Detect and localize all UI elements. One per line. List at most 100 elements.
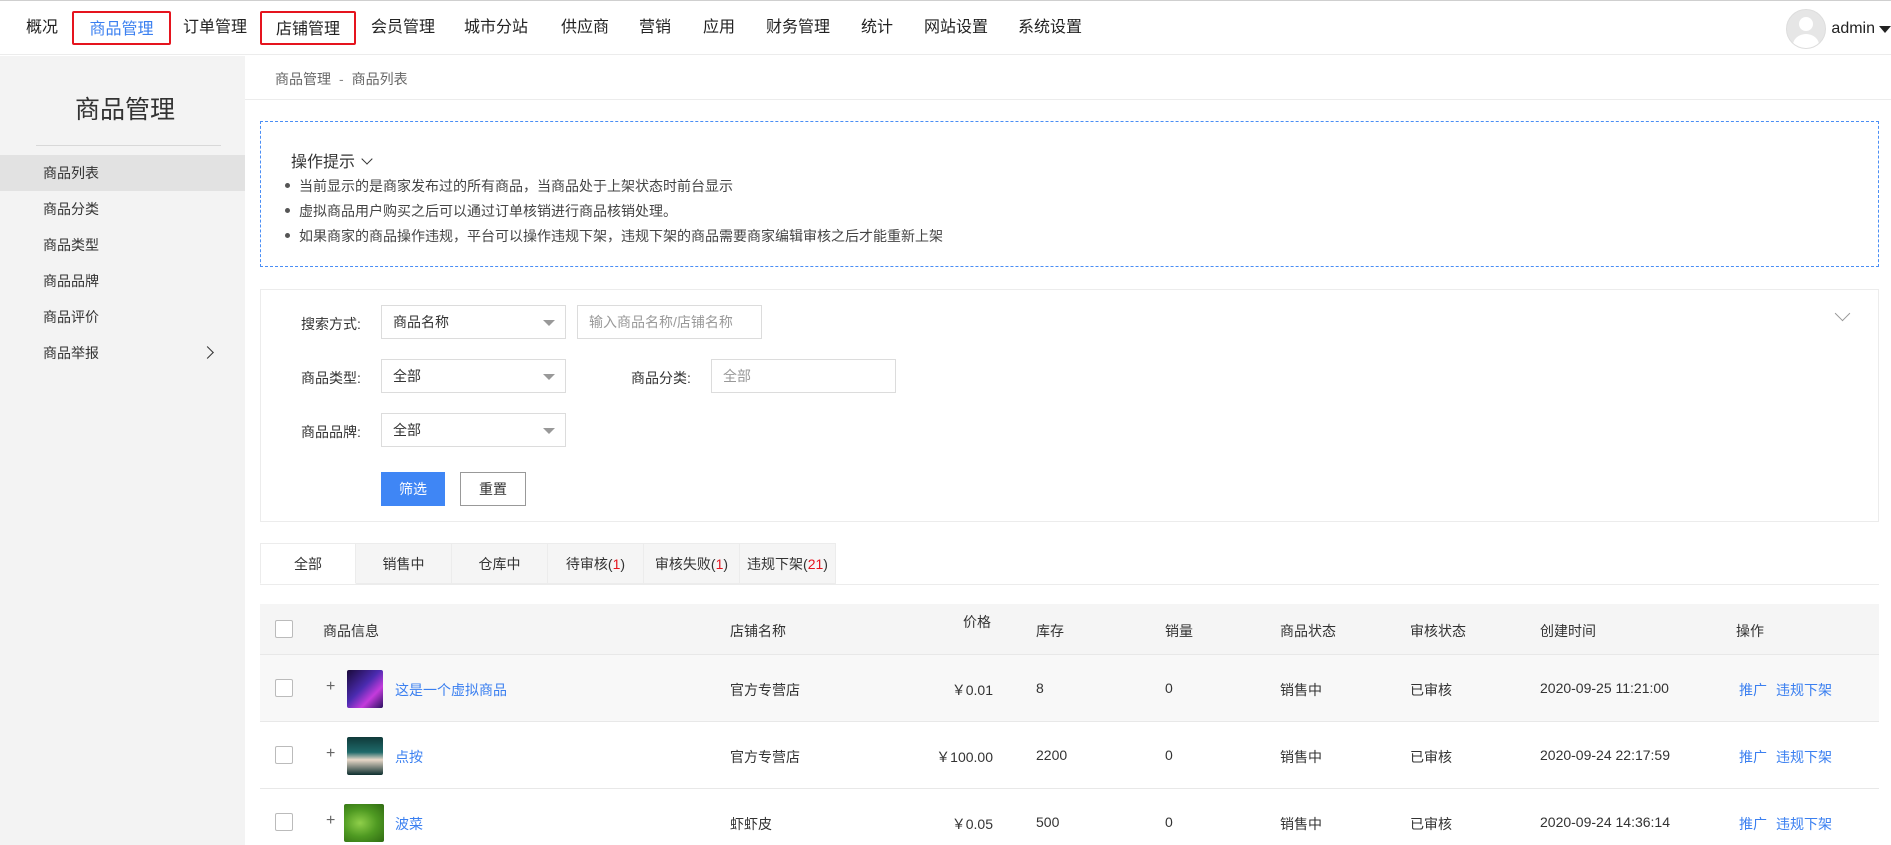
- goods-stock: 8: [1036, 680, 1044, 696]
- shop-name: 官方专营店: [730, 749, 800, 765]
- sidebar-item-goods-review[interactable]: 商品评价: [0, 299, 245, 335]
- goods-stock: 2200: [1036, 747, 1068, 763]
- tab-count: 1: [715, 556, 724, 572]
- goods-thumbnail: [344, 804, 384, 842]
- audit-status: 已审核: [1410, 749, 1452, 765]
- header-shop-name: 店铺名称: [730, 623, 786, 639]
- tab-label: 全部: [294, 556, 322, 572]
- search-mode-label: 搜索方式:: [301, 316, 361, 332]
- nav-item-marketing[interactable]: 营销: [636, 11, 674, 45]
- goods-type-label: 商品类型:: [301, 370, 361, 386]
- created-time: 2020-09-24 14:36:14: [1540, 814, 1670, 830]
- search-mode-select[interactable]: 商品名称: [381, 305, 566, 339]
- breadcrumb-parent[interactable]: 商品管理: [275, 71, 331, 87]
- caret-down-icon: [543, 320, 555, 326]
- tab-review-failed[interactable]: 审核失败(1): [644, 543, 740, 584]
- sidebar-item-goods-brand[interactable]: 商品品牌: [0, 263, 245, 299]
- nav-item-system-settings[interactable]: 系统设置: [1015, 11, 1085, 45]
- promote-link[interactable]: 推广: [1739, 680, 1767, 700]
- goods-name-link[interactable]: 点按: [395, 747, 423, 767]
- sidebar-item-goods-type[interactable]: 商品类型: [0, 227, 245, 263]
- header-price: 价格: [963, 614, 991, 630]
- nav-item-overview[interactable]: 概况: [18, 11, 66, 45]
- filter-button[interactable]: 筛选: [381, 472, 445, 506]
- sidebar-item-goods-category[interactable]: 商品分类: [0, 191, 245, 227]
- nav-item-goods[interactable]: 商品管理: [72, 11, 171, 45]
- promote-link[interactable]: 推广: [1739, 747, 1767, 767]
- search-input[interactable]: [577, 305, 762, 339]
- row-checkbox[interactable]: [275, 813, 293, 831]
- shop-name: 官方专营店: [730, 682, 800, 698]
- goods-brand-select[interactable]: 全部: [381, 413, 566, 447]
- chevron-down-icon[interactable]: [1834, 305, 1851, 322]
- user-menu[interactable]: admin: [1786, 9, 1891, 49]
- reset-button[interactable]: 重置: [460, 472, 526, 506]
- chevron-down-icon[interactable]: [361, 153, 373, 165]
- created-time: 2020-09-25 11:21:00: [1540, 680, 1669, 696]
- goods-sales: 0: [1165, 814, 1173, 830]
- user-name[interactable]: admin: [1831, 20, 1875, 38]
- tab-label: 待审核: [565, 556, 608, 572]
- tab-label: 违规下架: [747, 556, 804, 572]
- promote-link[interactable]: 推广: [1739, 814, 1767, 834]
- breadcrumb-bar: 商品管理 - 商品列表: [245, 56, 1891, 100]
- tip-line: 虚拟商品用户购买之后可以通过订单核销进行商品核销处理。: [285, 203, 677, 219]
- violation-removal-link[interactable]: 违规下架: [1776, 747, 1832, 767]
- table-row: + 这是一个虚拟商品 官方专营店 ￥0.01 8 0 销售中 已审核 2020-…: [260, 655, 1879, 722]
- chevron-right-icon: [201, 346, 214, 359]
- sidebar: 商品管理 商品列表 商品分类 商品类型 商品品牌 商品评价 商品举报: [0, 56, 245, 845]
- goods-brand-value: 全部: [393, 422, 421, 438]
- goods-status: 销售中: [1280, 682, 1322, 698]
- sidebar-item-goods-list[interactable]: 商品列表: [0, 155, 245, 191]
- nav-item-city-branch[interactable]: 城市分站: [461, 11, 531, 45]
- goods-type-select[interactable]: 全部: [381, 359, 566, 393]
- goods-price: ￥100.00: [936, 749, 993, 765]
- table-header: 商品信息 店铺名称 价格 库存 销量 商品状态 审核状态 创建时间 操作: [260, 604, 1879, 655]
- tab-violation-removed[interactable]: 违规下架(21): [740, 543, 836, 584]
- goods-name-link[interactable]: 这是一个虚拟商品: [395, 680, 507, 700]
- nav-item-finance[interactable]: 财务管理: [763, 11, 833, 45]
- row-checkbox[interactable]: [275, 746, 293, 764]
- goods-stock: 500: [1036, 814, 1060, 830]
- table-row: + 点按 官方专营店 ￥100.00 2200 0 销售中 已审核 2020-0…: [260, 722, 1879, 789]
- tab-pending-review[interactable]: 待审核(1): [548, 543, 644, 584]
- nav-item-shops[interactable]: 店铺管理: [260, 11, 356, 45]
- sidebar-divider: [36, 145, 221, 146]
- header-stock: 库存: [1036, 623, 1064, 639]
- caret-down-icon: [543, 428, 555, 434]
- nav-item-apps[interactable]: 应用: [700, 11, 738, 45]
- header-created-time: 创建时间: [1540, 623, 1596, 639]
- expand-plus-icon[interactable]: +: [326, 678, 335, 696]
- status-tabs: 全部 销售中 仓库中 待审核(1) 审核失败(1) 违规下架(21): [260, 543, 1879, 585]
- tab-warehouse[interactable]: 仓库中: [452, 543, 548, 584]
- goods-sales: 0: [1165, 680, 1173, 696]
- goods-status: 销售中: [1280, 816, 1322, 832]
- nav-item-members[interactable]: 会员管理: [368, 11, 438, 45]
- expand-plus-icon[interactable]: +: [326, 745, 335, 763]
- goods-category-input[interactable]: [711, 359, 896, 393]
- violation-removal-link[interactable]: 违规下架: [1776, 680, 1832, 700]
- select-all-checkbox[interactable]: [275, 620, 293, 638]
- nav-item-site-settings[interactable]: 网站设置: [921, 11, 991, 45]
- expand-plus-icon[interactable]: +: [326, 812, 335, 830]
- nav-item-stats[interactable]: 统计: [858, 11, 896, 45]
- tab-count: 21: [807, 556, 824, 572]
- header-goods-status: 商品状态: [1280, 623, 1336, 639]
- breadcrumb-separator: -: [339, 71, 344, 87]
- tab-on-sale[interactable]: 销售中: [356, 543, 452, 584]
- nav-item-orders[interactable]: 订单管理: [180, 11, 250, 45]
- goods-type-value: 全部: [393, 368, 421, 384]
- tips-title[interactable]: 操作提示: [291, 148, 373, 172]
- violation-removal-link[interactable]: 违规下架: [1776, 814, 1832, 834]
- avatar[interactable]: [1786, 9, 1827, 49]
- goods-brand-label: 商品品牌:: [301, 424, 361, 440]
- nav-item-suppliers[interactable]: 供应商: [558, 11, 612, 45]
- sidebar-item-goods-report[interactable]: 商品举报: [0, 335, 245, 371]
- goods-sales: 0: [1165, 747, 1173, 763]
- goods-name-link[interactable]: 波菜: [395, 814, 423, 834]
- goods-price: ￥0.01: [951, 682, 993, 698]
- row-checkbox[interactable]: [275, 679, 293, 697]
- tab-all[interactable]: 全部: [260, 543, 356, 584]
- caret-down-icon[interactable]: [1879, 25, 1891, 33]
- header-actions: 操作: [1736, 623, 1764, 639]
